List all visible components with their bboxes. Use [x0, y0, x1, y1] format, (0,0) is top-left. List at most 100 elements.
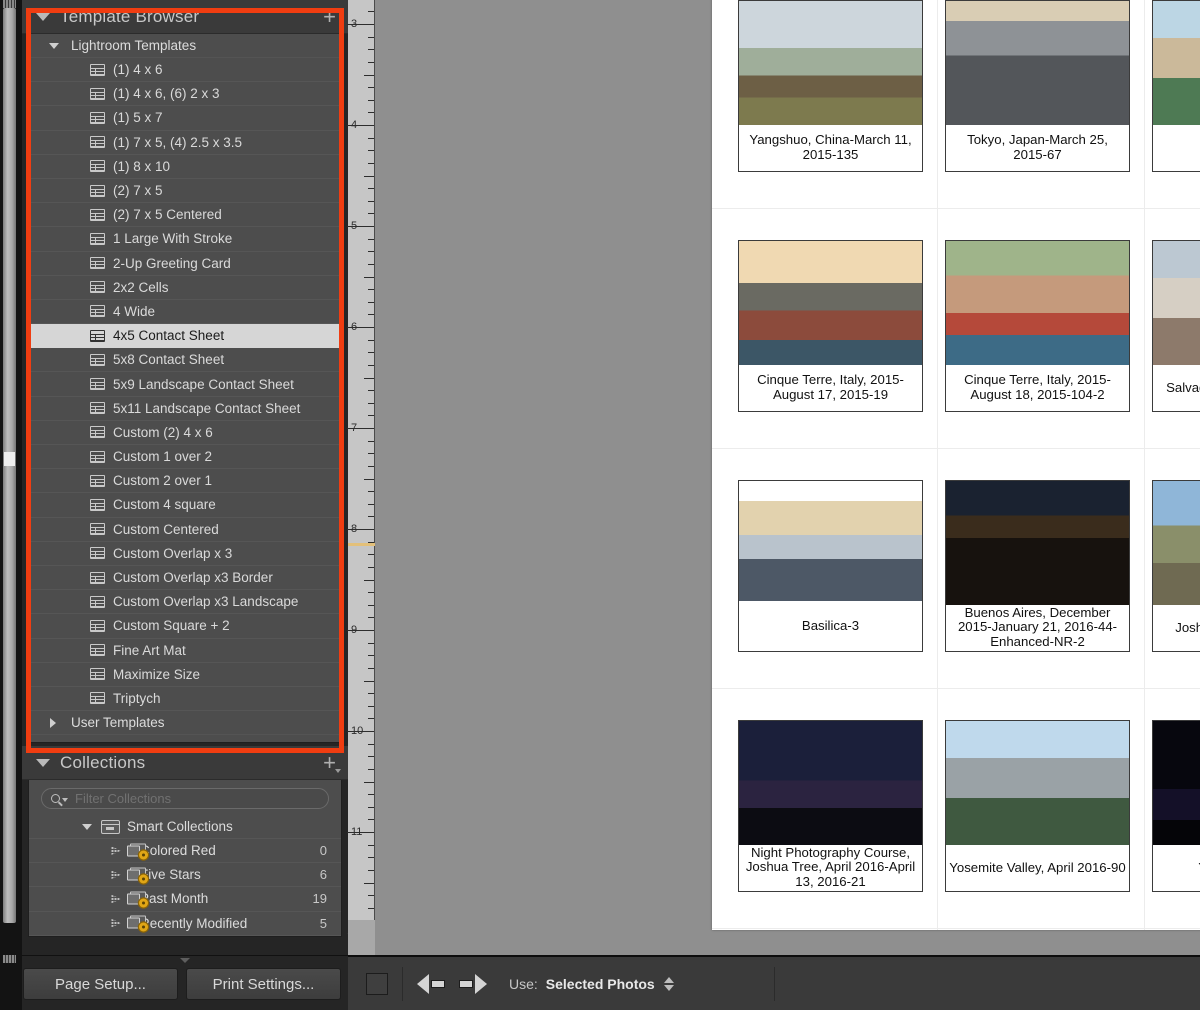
contact-sheet-cell[interactable]: Yosemite Valley [1152, 720, 1200, 892]
expand-arrow-icon[interactable] [111, 894, 121, 903]
contact-sheet-cell[interactable]: Yangshuo, China-March 11, 2015-135 [738, 0, 923, 172]
template-row[interactable]: Custom 4 square [29, 493, 341, 517]
scrollbar-grip-top[interactable] [3, 0, 16, 8]
arrow-left-icon[interactable] [417, 974, 445, 994]
template-row[interactable]: (1) 5 x 7 [29, 106, 341, 130]
template-row[interactable]: Custom Overlap x3 Border [29, 566, 341, 590]
template-list[interactable]: Lightroom Templates (1) 4 x 6(1) 4 x 6, … [28, 34, 342, 743]
chevron-down-icon[interactable] [82, 824, 92, 830]
lightroom-print-module: Template Browser + Lightroom Templates (… [0, 0, 1200, 1010]
template-row-label: 4x5 Contact Sheet [113, 328, 224, 343]
template-row[interactable]: Custom Overlap x3 Landscape [29, 590, 341, 614]
panel-collapse-handle-icon[interactable] [180, 958, 190, 963]
ruler-tick [368, 857, 374, 858]
chevron-right-icon[interactable] [50, 718, 56, 728]
template-row[interactable]: Custom Centered [29, 518, 341, 542]
vertical-ruler[interactable]: 34567891011 [348, 0, 375, 955]
template-row[interactable]: Custom Overlap x 3 [29, 542, 341, 566]
print-page[interactable]: Yangshuo, China-March 11, 2015-135Tokyo,… [712, 0, 1200, 930]
collection-row[interactable]: Five Stars6 [29, 863, 341, 887]
template-row[interactable]: 5x9 Landscape Contact Sheet [29, 372, 341, 396]
plus-icon[interactable]: + [323, 752, 336, 774]
collection-row[interactable]: Recently Modified5 [29, 912, 341, 936]
template-row[interactable]: (1) 7 x 5, (4) 2.5 x 3.5 [29, 131, 341, 155]
collection-row[interactable]: Past Month19 [29, 887, 341, 911]
template-row[interactable]: Custom (2) 4 x 6 [29, 421, 341, 445]
ruler-tick [368, 516, 374, 517]
filter-collections-input[interactable]: Filter Collections [41, 788, 329, 809]
template-row[interactable]: 4 Wide [29, 300, 341, 324]
template-row-label: Maximize Size [113, 667, 200, 682]
template-row[interactable]: Fine Art Mat [29, 639, 341, 663]
collections-header[interactable]: Collections + [22, 746, 348, 780]
scrollbar-thumb-marker[interactable] [4, 452, 15, 466]
template-grid-icon [90, 572, 105, 584]
collection-row[interactable]: Colored Red0 [29, 839, 341, 863]
scrollbar-grip-bottom[interactable] [3, 955, 16, 963]
template-row[interactable]: (2) 7 x 5 [29, 179, 341, 203]
plus-icon[interactable]: + [323, 6, 336, 28]
expand-arrow-icon[interactable] [111, 919, 121, 928]
stop-square-icon[interactable] [366, 973, 388, 995]
use-value[interactable]: Selected Photos [546, 976, 655, 992]
template-row[interactable]: 2-Up Greeting Card [29, 252, 341, 276]
template-row[interactable]: (1) 4 x 6 [29, 58, 341, 82]
template-row-label: Custom (2) 4 x 6 [113, 425, 213, 440]
photo-thumbnail [1153, 721, 1200, 845]
contact-sheet-cell[interactable]: Buenos Aires, December 2015-January 21, … [945, 480, 1130, 652]
template-row[interactable]: Triptych [29, 687, 341, 711]
chevron-down-icon[interactable] [36, 759, 50, 767]
chevron-down-icon[interactable] [62, 798, 68, 802]
tree-group-smart-collections[interactable]: Smart Collections [29, 815, 341, 839]
collections-list[interactable]: Filter Collections Smart Collections Col… [28, 780, 342, 937]
tree-group-lightroom-templates[interactable]: Lightroom Templates [29, 34, 341, 58]
contact-sheet-cell[interactable]: Cinque Terre, Italy, 2015-August 18, 201… [945, 240, 1130, 412]
template-row[interactable]: 2x2 Cells [29, 276, 341, 300]
photo-caption: Night Photography Course, Joshua Tree, A… [739, 845, 922, 891]
arrow-right-icon[interactable] [459, 974, 487, 994]
template-row[interactable]: 1 Large With Stroke [29, 227, 341, 251]
template-row[interactable]: Maximize Size [29, 663, 341, 687]
template-row[interactable]: 5x11 Landscape Contact Sheet [29, 397, 341, 421]
tree-group-user-templates[interactable]: User Templates [29, 711, 341, 735]
up-down-chevron-icon[interactable] [664, 976, 674, 992]
template-row[interactable]: Custom 1 over 2 [29, 445, 341, 469]
ruler-guide-marker[interactable] [348, 543, 375, 546]
template-row[interactable]: (2) 7 x 5 Centered [29, 203, 341, 227]
chevron-down-icon[interactable] [49, 43, 59, 49]
ruler-tick [368, 49, 374, 50]
contact-sheet-cell[interactable]: Night Photography Course, Joshua Tree, A… [738, 720, 923, 892]
expand-arrow-icon[interactable] [111, 846, 121, 855]
print-settings-button[interactable]: Print Settings... [186, 968, 341, 1000]
ruler-tick [368, 390, 374, 391]
contact-sheet-cell[interactable]: Joshua Tree, April 2016 [1152, 480, 1200, 652]
toolbar-divider [774, 967, 775, 1001]
contact-sheet-cell[interactable]: Salvador, Brazil-November [1152, 240, 1200, 412]
panel-scrollbar[interactable] [0, 0, 22, 1010]
ruler-tick [368, 213, 374, 214]
contact-sheet-cell[interactable]: untitled [1152, 0, 1200, 172]
template-row[interactable]: (1) 8 x 10 [29, 155, 341, 179]
template-row[interactable]: 4x5 Contact Sheet [29, 324, 341, 348]
ruler-number: 7 [351, 422, 357, 434]
ruler-tick [364, 75, 374, 76]
ruler-number: 3 [351, 18, 357, 30]
print-preview-canvas[interactable]: Yangshuo, China-March 11, 2015-135Tokyo,… [375, 0, 1200, 955]
template-row[interactable]: Custom Square + 2 [29, 614, 341, 638]
page-setup-button[interactable]: Page Setup... [23, 968, 178, 1000]
collection-row[interactable]: Video Files112 [29, 936, 341, 937]
ruler-tick [368, 693, 374, 694]
contact-sheet-cell[interactable]: Basilica-3 [738, 480, 923, 652]
layout-gridline [712, 448, 1200, 449]
template-grid-icon [90, 281, 105, 293]
template-row[interactable]: (1) 4 x 6, (6) 2 x 3 [29, 82, 341, 106]
template-row[interactable]: 5x8 Contact Sheet [29, 348, 341, 372]
template-browser-header[interactable]: Template Browser + [22, 0, 348, 34]
expand-arrow-icon[interactable] [111, 870, 121, 879]
contact-sheet-cell[interactable]: Yosemite Valley, April 2016-90 [945, 720, 1130, 892]
chevron-down-icon[interactable] [36, 13, 50, 21]
contact-sheet-cell[interactable]: Tokyo, Japan-March 25, 2015-67 [945, 0, 1130, 172]
ruler-number: 4 [351, 119, 357, 131]
template-row[interactable]: Custom 2 over 1 [29, 469, 341, 493]
contact-sheet-cell[interactable]: Cinque Terre, Italy, 2015-August 17, 201… [738, 240, 923, 412]
